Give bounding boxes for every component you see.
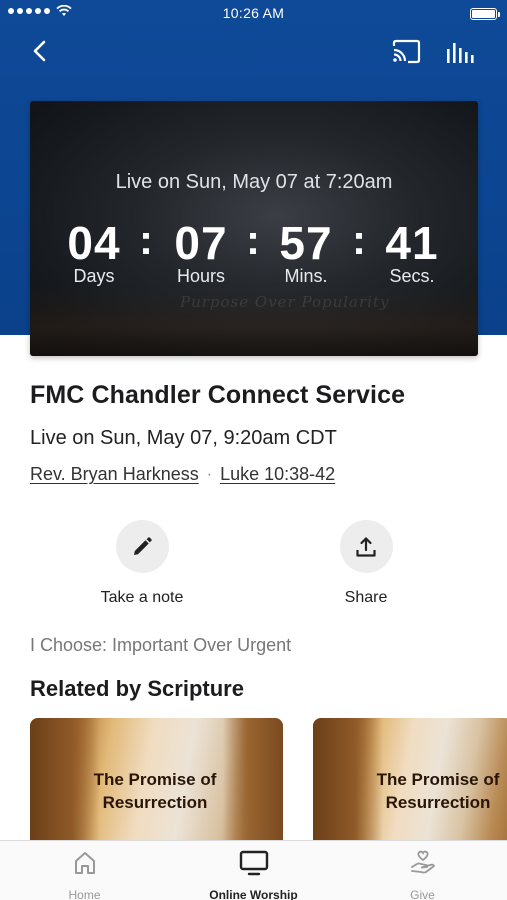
audio-levels-icon[interactable] — [444, 40, 476, 66]
tab-bar: Home Online Worship Give — [0, 840, 507, 900]
tab-online-worship[interactable]: Online Worship — [169, 849, 338, 900]
countdown-separator: : — [352, 216, 366, 263]
related-card[interactable]: The Promise of Resurrection — [30, 718, 283, 858]
countdown-separator: : — [246, 216, 260, 263]
battery-icon — [470, 8, 500, 20]
series-name[interactable]: I Choose: Important Over Urgent — [30, 635, 291, 656]
tab-online-worship-label: Online Worship — [209, 888, 298, 900]
tab-give-label: Give — [410, 888, 435, 900]
live-countdown-card[interactable]: Purpose Over Popularity Live on Sun, May… — [30, 101, 478, 356]
chevron-left-icon[interactable] — [26, 36, 56, 66]
speaker-link[interactable]: Rev. Bryan Harkness — [30, 464, 199, 485]
countdown-hours-value: 07 — [174, 217, 228, 269]
pencil-icon — [134, 536, 152, 555]
service-meta: Rev. Bryan Harkness · Luke 10:38-42 — [30, 464, 335, 485]
countdown-days-value: 04 — [67, 217, 121, 269]
related-section-title: Related by Scripture — [30, 676, 244, 701]
tv-icon — [239, 850, 268, 876]
share-button[interactable]: Share — [286, 520, 446, 607]
scripture-link[interactable]: Luke 10:38-42 — [220, 464, 335, 485]
countdown-subtitle: Live on Sun, May 07 at 7:20am — [115, 171, 393, 193]
share-icon — [356, 536, 376, 557]
status-bar: 10:26 AM — [0, 0, 507, 28]
countdown-mins-label: Mins. — [284, 266, 328, 286]
status-time: 10:26 AM — [222, 5, 285, 21]
take-note-circle[interactable] — [115, 520, 169, 573]
related-card-title-line: The Promise of — [376, 770, 500, 789]
take-note-label: Take a note — [100, 589, 184, 606]
related-card-title-line: Resurrection — [385, 793, 491, 812]
tab-give[interactable]: Give — [338, 849, 507, 900]
related-card-title: The Promise of Resurrection — [353, 768, 507, 814]
tab-home[interactable]: Home — [0, 849, 169, 900]
countdown-separator: : — [139, 216, 153, 263]
service-title: FMC Chandler Connect Service — [30, 381, 406, 409]
countdown-secs-value: 41 — [385, 217, 439, 269]
home-icon — [74, 852, 95, 874]
tab-home-label: Home — [68, 888, 101, 900]
take-note-button[interactable]: Take a note — [62, 520, 222, 607]
meta-separator: · — [206, 465, 213, 483]
share-circle[interactable] — [339, 520, 393, 573]
cast-icon[interactable] — [390, 38, 422, 66]
countdown-timer: 04 Days : 07 Hours : 57 Mins. : 41 Secs. — [30, 216, 478, 296]
service-time: Live on Sun, May 07, 9:20am CDT — [30, 427, 337, 449]
share-label: Share — [344, 589, 388, 606]
related-card-title-line: Resurrection — [102, 793, 208, 812]
give-hand-heart-icon — [410, 850, 435, 874]
countdown-hours-label: Hours — [176, 266, 225, 286]
related-card-title-line: The Promise of — [93, 770, 217, 789]
countdown-mins-value: 57 — [279, 217, 333, 269]
countdown-days-label: Days — [73, 266, 115, 286]
related-card[interactable]: The Promise of Resurrection — [313, 718, 507, 858]
related-card-title: The Promise of Resurrection — [70, 768, 240, 814]
countdown-secs-label: Secs. — [389, 266, 435, 286]
